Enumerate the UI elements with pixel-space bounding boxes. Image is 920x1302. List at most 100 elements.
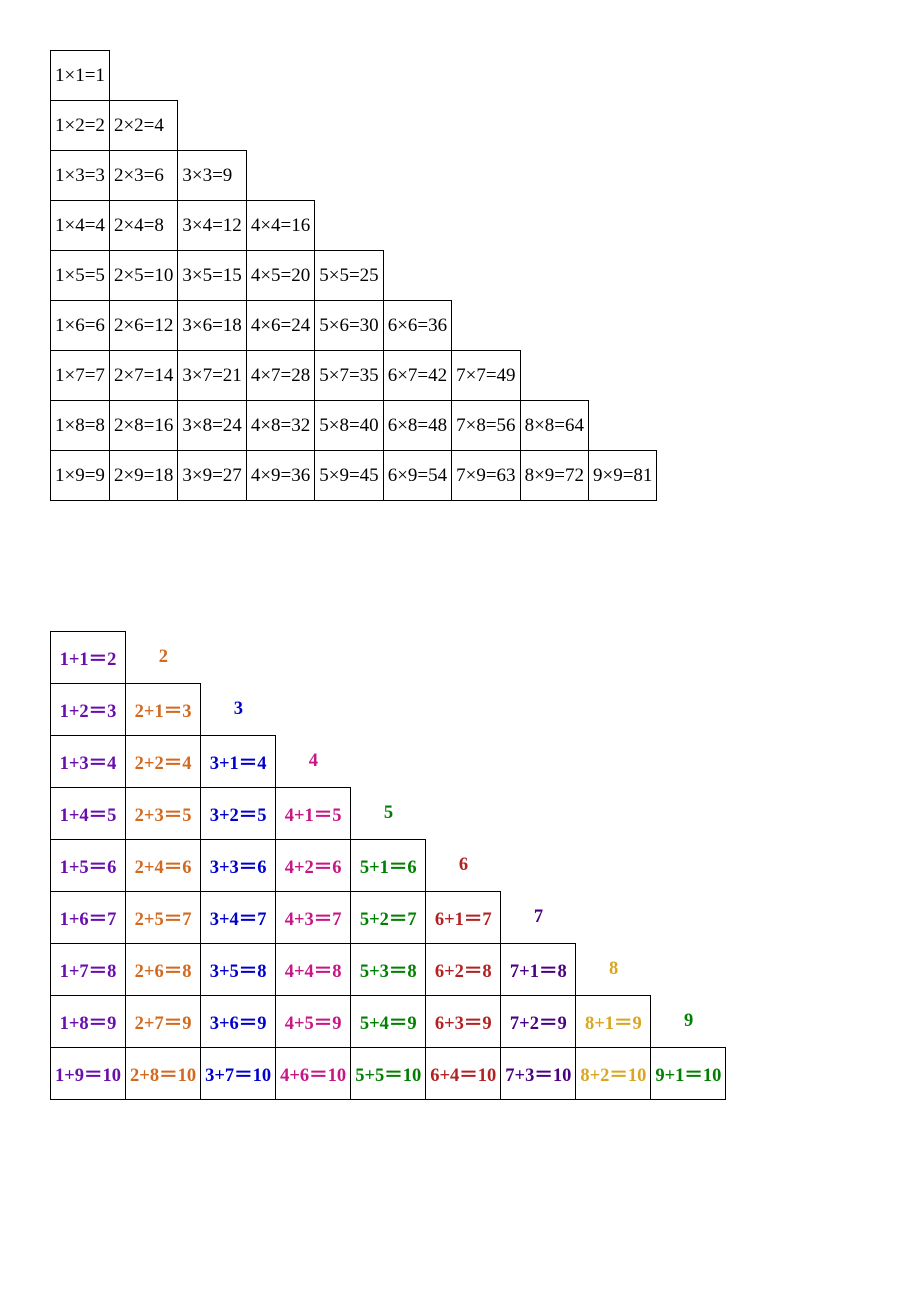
add-cell: 3 — [201, 684, 276, 736]
add-cell: 7+1＝8 — [501, 944, 576, 996]
mult-cell: 3×6=18 — [178, 301, 246, 351]
mult-cell: 4×8=32 — [246, 401, 314, 451]
add-cell: 2+8＝10 — [126, 1048, 201, 1100]
mult-cell: 5×9=45 — [315, 451, 383, 501]
mult-cell: 7×8=56 — [452, 401, 520, 451]
mult-cell: 1×9=9 — [51, 451, 110, 501]
mult-cell: 6×8=48 — [383, 401, 451, 451]
mult-cell: 3×5=15 — [178, 251, 246, 301]
mult-cell: 3×8=24 — [178, 401, 246, 451]
add-cell: 2+4＝6 — [126, 840, 201, 892]
mult-cell: 6×7=42 — [383, 351, 451, 401]
add-cell: 5+5＝10 — [351, 1048, 426, 1100]
multiplication-table: 1×1=1 1×2=2 2×2=4 1×3=3 2×3=6 3×3=9 1×4=… — [50, 50, 657, 501]
add-cell: 4+3＝7 — [276, 892, 351, 944]
add-cell: 4+2＝6 — [276, 840, 351, 892]
add-cell: 6 — [426, 840, 501, 892]
mult-cell: 8×9=72 — [520, 451, 588, 501]
mult-cell: 4×4=16 — [246, 201, 314, 251]
mult-cell: 4×6=24 — [246, 301, 314, 351]
add-cell: 3+5＝8 — [201, 944, 276, 996]
mult-cell: 5×6=30 — [315, 301, 383, 351]
add-cell: 8 — [576, 944, 651, 996]
mult-cell: 1×6=6 — [51, 301, 110, 351]
add-cell: 3+2＝5 — [201, 788, 276, 840]
add-cell: 4+5＝9 — [276, 996, 351, 1048]
add-cell: 2+1＝3 — [126, 684, 201, 736]
add-cell: 7 — [501, 892, 576, 944]
mult-cell: 1×3=3 — [51, 151, 110, 201]
add-cell: 1+2＝3 — [51, 684, 126, 736]
add-cell: 5+1＝6 — [351, 840, 426, 892]
mult-cell: 3×4=12 — [178, 201, 246, 251]
mult-cell: 1×1=1 — [51, 51, 110, 101]
add-cell: 7+2＝9 — [501, 996, 576, 1048]
add-cell: 6+4＝10 — [426, 1048, 501, 1100]
mult-cell: 4×9=36 — [246, 451, 314, 501]
add-cell: 5+2＝7 — [351, 892, 426, 944]
mult-cell: 4×5=20 — [246, 251, 314, 301]
add-cell: 2+2＝4 — [126, 736, 201, 788]
add-cell: 1+6＝7 — [51, 892, 126, 944]
add-cell: 2+6＝8 — [126, 944, 201, 996]
add-cell: 3+7＝10 — [201, 1048, 276, 1100]
add-cell: 5 — [351, 788, 426, 840]
add-cell: 4+4＝8 — [276, 944, 351, 996]
add-cell: 4+1＝5 — [276, 788, 351, 840]
add-cell: 3+3＝6 — [201, 840, 276, 892]
add-cell: 6+1＝7 — [426, 892, 501, 944]
add-cell: 1+4＝5 — [51, 788, 126, 840]
add-cell: 9 — [651, 996, 726, 1048]
add-cell: 2+5＝7 — [126, 892, 201, 944]
mult-cell: 9×9=81 — [589, 451, 657, 501]
mult-cell: 2×9=18 — [109, 451, 177, 501]
mult-cell: 6×9=54 — [383, 451, 451, 501]
add-cell: 9+1＝10 — [651, 1048, 726, 1100]
mult-cell: 2×2=4 — [109, 101, 177, 151]
mult-cell: 1×5=5 — [51, 251, 110, 301]
mult-cell: 1×7=7 — [51, 351, 110, 401]
add-cell: 3+4＝7 — [201, 892, 276, 944]
mult-cell: 2×5=10 — [109, 251, 177, 301]
add-cell: 6+3＝9 — [426, 996, 501, 1048]
mult-cell: 7×9=63 — [452, 451, 520, 501]
add-cell: 1+3＝4 — [51, 736, 126, 788]
add-cell: 1+9＝10 — [51, 1048, 126, 1100]
add-cell: 2+3＝5 — [126, 788, 201, 840]
mult-cell: 2×8=16 — [109, 401, 177, 451]
mult-cell: 1×8=8 — [51, 401, 110, 451]
mult-cell: 2×6=12 — [109, 301, 177, 351]
add-cell: 5+3＝8 — [351, 944, 426, 996]
mult-cell: 7×7=49 — [452, 351, 520, 401]
add-cell: 7+3＝10 — [501, 1048, 576, 1100]
mult-cell: 3×9=27 — [178, 451, 246, 501]
add-cell: 1+8＝9 — [51, 996, 126, 1048]
mult-cell: 3×7=21 — [178, 351, 246, 401]
mult-cell: 2×3=6 — [109, 151, 177, 201]
add-cell: 6+2＝8 — [426, 944, 501, 996]
add-cell: 8+1＝9 — [576, 996, 651, 1048]
add-cell: 1+7＝8 — [51, 944, 126, 996]
mult-cell: 4×7=28 — [246, 351, 314, 401]
add-cell: 4+6＝10 — [276, 1048, 351, 1100]
mult-cell: 5×7=35 — [315, 351, 383, 401]
addition-table: 1+1＝2 2 1+2＝3 2+1＝3 3 1+3＝4 2+2＝4 3+1＝4 … — [50, 631, 726, 1100]
mult-cell: 1×4=4 — [51, 201, 110, 251]
add-cell: 1+1＝2 — [51, 632, 126, 684]
add-cell: 4 — [276, 736, 351, 788]
add-cell: 2+7＝9 — [126, 996, 201, 1048]
mult-cell: 1×2=2 — [51, 101, 110, 151]
add-cell: 5+4＝9 — [351, 996, 426, 1048]
mult-cell: 6×6=36 — [383, 301, 451, 351]
mult-cell: 5×8=40 — [315, 401, 383, 451]
mult-cell: 2×7=14 — [109, 351, 177, 401]
add-cell: 3+6＝9 — [201, 996, 276, 1048]
mult-cell: 3×3=9 — [178, 151, 246, 201]
add-cell: 1+5＝6 — [51, 840, 126, 892]
add-cell: 2 — [126, 632, 201, 684]
add-cell: 8+2＝10 — [576, 1048, 651, 1100]
mult-cell: 2×4=8 — [109, 201, 177, 251]
mult-cell: 8×8=64 — [520, 401, 588, 451]
mult-cell: 5×5=25 — [315, 251, 383, 301]
add-cell: 3+1＝4 — [201, 736, 276, 788]
